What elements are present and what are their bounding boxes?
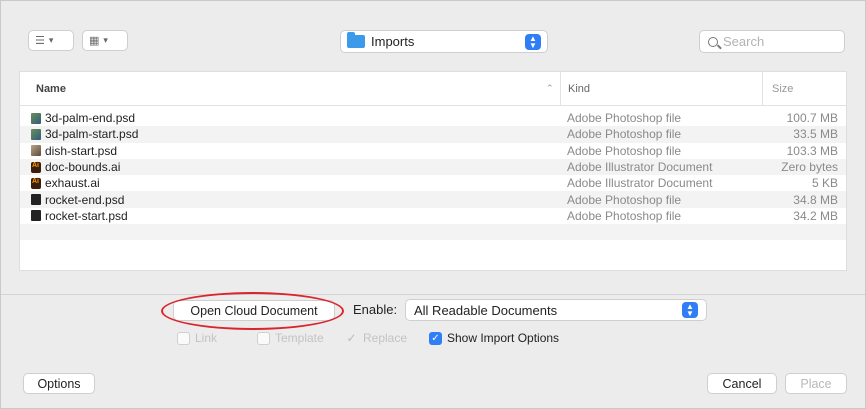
file-row[interactable]: 3d-palm-end.psd Adobe Photoshop file 100… — [20, 110, 846, 126]
file-rows: 3d-palm-end.psd Adobe Photoshop file 100… — [20, 110, 846, 257]
checkmark-icon: ✓ — [429, 331, 442, 345]
file-size: 103.3 MB — [786, 143, 838, 158]
template-checkbox[interactable]: Template — [257, 331, 324, 345]
place-dialog: ☰ ▾ ▦ ▾ Imports ▲▼ Name ⌃ Kind Size — [0, 0, 866, 409]
psd-thumbnail-icon — [31, 210, 41, 222]
file-name: dish-start.psd — [45, 143, 118, 158]
psd-thumbnail-icon — [31, 112, 41, 124]
empty-row — [20, 224, 846, 241]
file-name: exhaust.ai — [45, 176, 100, 191]
file-size: 100.7 MB — [786, 111, 838, 126]
replace-checkbox[interactable]: ✓ Replace — [345, 331, 407, 345]
file-name: rocket-end.psd — [45, 192, 125, 207]
divider — [1, 294, 865, 295]
column-header-name[interactable]: Name — [36, 83, 66, 95]
grid-view-button[interactable]: ▦ ▾ — [82, 30, 128, 51]
sort-ascending-icon: ⌃ — [546, 83, 554, 93]
column-headers: Name ⌃ Kind Size — [20, 72, 846, 106]
file-size: Zero bytes — [781, 160, 838, 175]
column-divider[interactable] — [762, 72, 763, 106]
search-icon — [708, 36, 718, 47]
file-kind: Adobe Photoshop file — [567, 111, 682, 126]
cancel-button[interactable]: Cancel — [707, 373, 777, 394]
file-kind: Adobe Photoshop file — [567, 192, 682, 207]
options-checkboxes: Link Template ✓ Replace ✓ Show Import Op… — [177, 331, 597, 351]
empty-row — [20, 240, 846, 256]
search-field[interactable] — [699, 30, 845, 53]
location-label: Imports — [371, 34, 415, 49]
file-size: 33.5 MB — [793, 127, 838, 142]
checkbox-icon — [177, 331, 190, 345]
list-icon: ☰ — [35, 35, 45, 47]
psd-thumbnail-icon — [31, 194, 41, 206]
file-row[interactable]: doc-bounds.ai Adobe Illustrator Document… — [20, 158, 846, 176]
file-name: 3d-palm-end.psd — [45, 111, 136, 126]
location-popup[interactable]: Imports ▲ ▼ — [340, 30, 548, 53]
show-import-options-checkbox[interactable]: ✓ Show Import Options — [429, 331, 559, 345]
folder-icon — [347, 32, 365, 48]
column-header-size[interactable]: Size — [772, 83, 793, 95]
ai-file-icon — [31, 177, 41, 189]
file-size: 5 KB — [811, 176, 838, 191]
file-name: rocket-start.psd — [45, 208, 128, 223]
list-view-button[interactable]: ☰ ▾ — [28, 30, 74, 51]
file-name: 3d-palm-start.psd — [45, 127, 139, 142]
file-row[interactable]: 3d-palm-start.psd Adobe Photoshop file 3… — [20, 126, 846, 143]
show-import-options-label: Show Import Options — [447, 331, 560, 345]
file-row[interactable]: dish-start.psd Adobe Photoshop file 103.… — [20, 143, 846, 159]
place-button[interactable]: Place — [785, 373, 847, 394]
file-kind: Adobe Photoshop file — [567, 143, 682, 158]
file-name: doc-bounds.ai — [45, 160, 121, 175]
file-kind: Adobe Illustrator Document — [567, 160, 713, 175]
ai-file-icon — [31, 161, 41, 173]
popup-stepper-icon: ▲ ▼ — [525, 33, 541, 50]
file-row[interactable]: rocket-start.psd Adobe Photoshop file 34… — [20, 208, 846, 224]
link-checkbox[interactable]: Link — [177, 331, 217, 345]
enable-label: Enable: — [353, 302, 398, 317]
template-label: Template — [275, 331, 324, 345]
chevron-down-icon: ▾ — [48, 35, 54, 45]
enable-value: All Readable Documents — [414, 302, 558, 318]
toolbar: ☰ ▾ ▦ ▾ Imports ▲ ▼ — [1, 1, 865, 71]
file-kind: Adobe Photoshop file — [567, 208, 682, 223]
link-label: Link — [195, 331, 218, 345]
enable-popup[interactable]: All Readable Documents ▲ ▼ — [405, 299, 707, 321]
file-size: 34.8 MB — [793, 192, 838, 207]
replace-label: Replace — [363, 331, 408, 345]
options-button[interactable]: Options — [23, 373, 95, 394]
column-header-kind[interactable]: Kind — [568, 83, 590, 95]
search-input[interactable] — [723, 34, 833, 49]
file-row[interactable]: exhaust.ai Adobe Illustrator Document 5 … — [20, 175, 846, 191]
checkmark-icon: ✓ — [346, 330, 357, 345]
psd-thumbnail-icon — [31, 128, 41, 140]
grid-icon: ▦ — [89, 35, 100, 47]
file-size: 34.2 MB — [793, 208, 838, 223]
column-divider[interactable] — [560, 72, 561, 106]
popup-stepper-icon: ▲ ▼ — [682, 302, 698, 318]
file-kind: Adobe Photoshop file — [567, 127, 682, 142]
psd-thumbnail-icon — [31, 145, 41, 157]
file-kind: Adobe Illustrator Document — [567, 176, 713, 191]
file-list[interactable]: Name ⌃ Kind Size 3d-palm-end.psd Adobe P… — [19, 71, 847, 271]
chevron-down-icon: ▾ — [103, 35, 108, 45]
file-row[interactable]: rocket-end.psd Adobe Photoshop file 34.8… — [20, 191, 846, 208]
checkbox-icon — [257, 331, 270, 345]
open-cloud-document-button[interactable]: Open Cloud Document — [173, 300, 335, 321]
